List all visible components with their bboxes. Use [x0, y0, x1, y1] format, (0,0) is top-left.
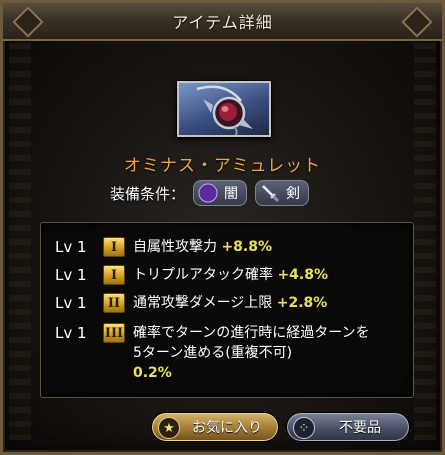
- skill-description: 通常攻撃ダメージ上限 +2.8%: [133, 293, 327, 313]
- equip-conditions: 装備条件： 闇 剣: [110, 179, 317, 207]
- amulet-icon: [177, 81, 271, 137]
- skill-level: Lv 1: [55, 238, 87, 256]
- title-ornament-left: [12, 6, 44, 38]
- skill-name: トリプルアタック確率: [133, 267, 273, 283]
- skill-row: Lv 1 II 通常攻撃ダメージ上限 +2.8%: [55, 293, 327, 313]
- skill-description: 確率でターンの進行時に経過ターンを5ターン進める(重複不可) 0.2%: [133, 323, 373, 383]
- skill-description: トリプルアタック確率 +4.8%: [133, 265, 328, 285]
- skill-level: Lv 1: [55, 324, 87, 342]
- equip-conditions-label: 装備条件：: [110, 184, 186, 203]
- skills-panel: Lv 1 I 自属性攻撃力 +8.8% Lv 1 I トリプルアタック確率 +4…: [40, 222, 414, 398]
- unneeded-button-label: 不要品: [339, 420, 381, 436]
- skill-bonus: +4.8%: [277, 267, 329, 283]
- skill-name: 確率でターンの進行時に経過ターンを5ターン進める(重複不可): [133, 325, 370, 361]
- skill-row: Lv 1 I 自属性攻撃力 +8.8%: [55, 237, 272, 257]
- skill-rank-badge: I: [103, 265, 125, 285]
- skill-level: Lv 1: [55, 266, 87, 284]
- frame-decoration-right: [414, 43, 436, 440]
- sword-icon: [262, 185, 280, 203]
- skill-row: Lv 1 I トリプルアタック確率 +4.8%: [55, 265, 328, 285]
- unneeded-button[interactable]: ⁘ 不要品: [286, 412, 410, 442]
- dice-icon: ⁘: [293, 417, 315, 439]
- skill-level: Lv 1: [55, 294, 87, 312]
- skill-bonus: +8.8%: [221, 239, 273, 255]
- condition-sword: 剣: [255, 180, 310, 206]
- skill-name: 通常攻撃ダメージ上限: [133, 295, 273, 311]
- skill-name: 自属性攻撃力: [133, 239, 217, 255]
- title-bar: アイテム詳細: [3, 3, 442, 41]
- skill-rank-badge: I: [103, 237, 125, 257]
- skill-row: Lv 1 III 確率でターンの進行時に経過ターンを5ターン進める(重複不可) …: [55, 323, 373, 383]
- frame-decoration-left: [9, 43, 31, 440]
- condition-sword-label: 剣: [286, 186, 301, 202]
- skill-rank-badge: III: [103, 323, 125, 343]
- skill-rank-badge: II: [103, 293, 125, 313]
- dark-element-icon: [198, 183, 218, 203]
- condition-dark: 闇: [193, 180, 248, 206]
- skill-description: 自属性攻撃力 +8.8%: [133, 237, 272, 257]
- star-icon: ★: [158, 417, 180, 439]
- title-ornament-right: [401, 6, 433, 38]
- favorite-button[interactable]: ★ お気に入り: [151, 412, 279, 442]
- condition-dark-label: 闇: [224, 186, 239, 202]
- item-name: オミナス・アミュレット: [123, 156, 322, 176]
- dialog-title: アイテム詳細: [172, 13, 273, 32]
- favorite-button-label: お気に入り: [192, 420, 262, 436]
- item-detail-dialog: アイテム詳細 オミナス・アミュレット 装備条件： 闇 剣 Lv 1 I 自属性攻…: [0, 0, 445, 455]
- skill-bonus: 0.2%: [133, 365, 172, 381]
- skill-bonus: +2.8%: [276, 295, 328, 311]
